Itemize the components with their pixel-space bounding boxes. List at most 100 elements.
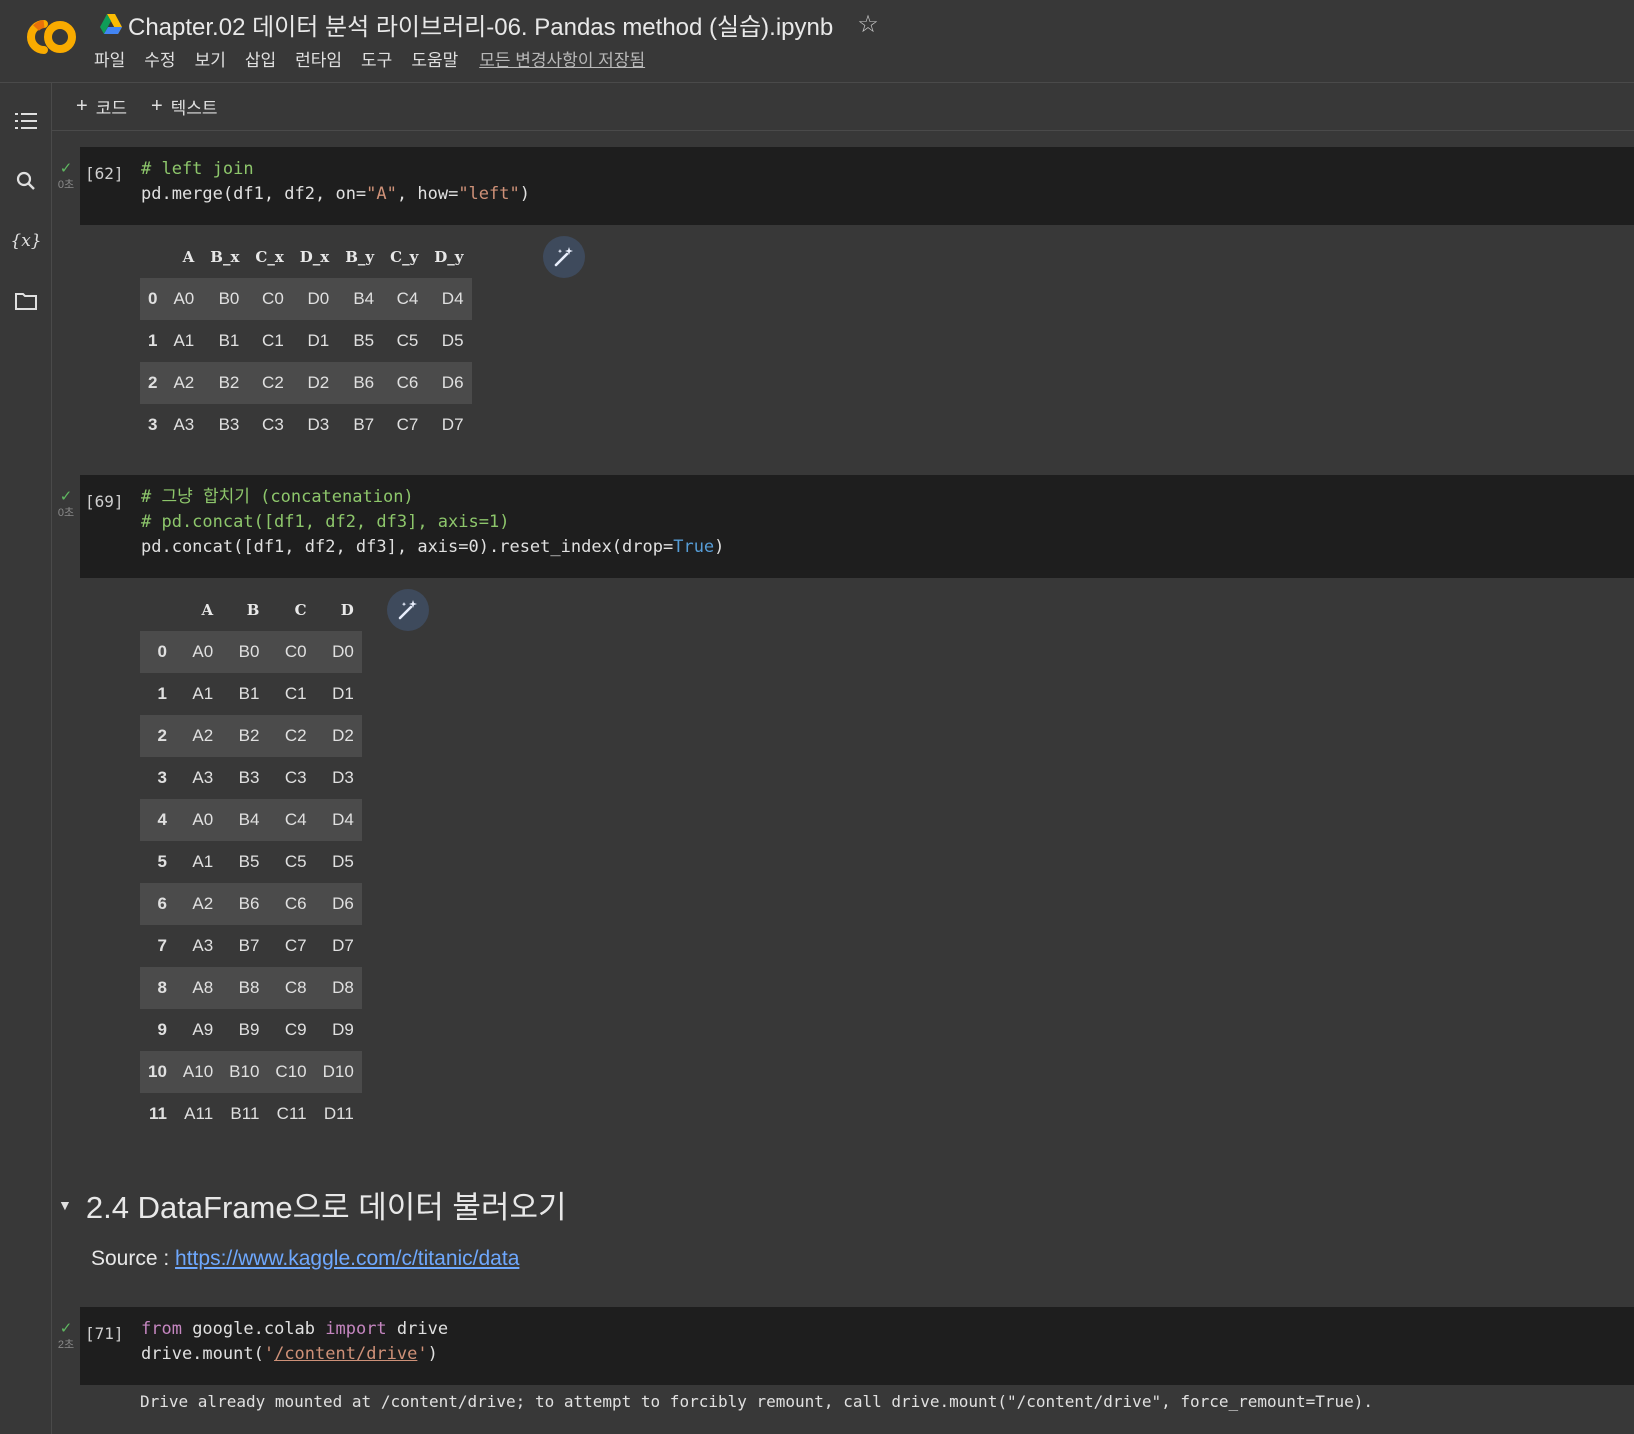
table-cell: A3 (192, 936, 214, 955)
row-index: 9 (157, 1020, 167, 1039)
code-line: from google.colab import drive (141, 1319, 449, 1339)
table-cell: B1 (218, 331, 240, 350)
execution-count[interactable]: [71] (85, 1321, 124, 1346)
table-cell: D11 (323, 1104, 354, 1123)
saved-status[interactable]: 모든 변경사항이 저장됨 (479, 46, 645, 71)
section-header: ▼ 2.4 DataFrame으로 데이터 불러오기 (58, 1182, 567, 1227)
column-header: C_x (255, 248, 284, 266)
table-row: 0 A0 B0 C0 D0 (140, 631, 362, 673)
row-index: 2 (140, 715, 175, 757)
table-cell: D9 (332, 1020, 354, 1039)
table-cell: A1 (192, 852, 214, 871)
magic-wand-icon[interactable] (543, 236, 585, 278)
table-cell: D0 (314, 631, 362, 673)
table-cell: D1 (307, 331, 330, 350)
table-row: 10 A10 B10 C10 D10 (140, 1051, 362, 1093)
table-cell: C5 (284, 852, 307, 871)
add-text-button[interactable]: + 텍스트 (151, 94, 218, 119)
column-header: B (246, 601, 260, 619)
table-cell: C0 (267, 631, 315, 673)
table-cell: A9 (192, 1020, 214, 1039)
column-header: D (340, 601, 354, 619)
table-cell: B9 (238, 1020, 260, 1039)
table-cell: A0 (165, 278, 203, 320)
collapse-caret-icon[interactable]: ▼ (58, 1197, 72, 1213)
code-cell-69[interactable]: [69] # 그냥 합치기 (concatenation) # pd.conca… (80, 475, 1634, 578)
column-header: B_y (345, 248, 375, 266)
cell-status-69: ✓ 0초 (56, 489, 76, 520)
table-cell: C11 (276, 1104, 307, 1123)
table-cell: C5 (396, 331, 419, 350)
colab-logo[interactable] (16, 14, 78, 60)
table-cell: D4 (314, 799, 362, 841)
table-cell: C2 (267, 715, 315, 757)
table-cell: B0 (221, 631, 268, 673)
code-line: # pd.concat([df1, df2, df3], axis=1) (141, 512, 510, 532)
notebook-title[interactable]: Chapter.02 데이터 분석 라이브러리-06. Pandas metho… (128, 7, 833, 42)
row-index: 10 (140, 1051, 175, 1093)
table-row: 4 A0 B4 C4 D4 (140, 799, 362, 841)
menu-edit[interactable]: 수정 (144, 46, 175, 71)
table-cell: C7 (284, 936, 307, 955)
column-header: B_x (210, 248, 240, 266)
column-header: D_x (299, 248, 330, 266)
table-header-row: A B C D (140, 589, 362, 631)
table-cell: B8 (221, 967, 268, 1009)
execution-count[interactable]: [62] (85, 161, 124, 186)
menu-view[interactable]: 보기 (195, 46, 226, 71)
table-cell: C9 (284, 1020, 307, 1039)
table-cell: D3 (307, 415, 330, 434)
menu-help[interactable]: 도움말 (411, 46, 458, 71)
table-cell: B6 (337, 362, 383, 404)
table-cell: B3 (238, 768, 260, 787)
source-link[interactable]: https://www.kaggle.com/c/titanic/data (175, 1247, 519, 1270)
exec-time: 2초 (57, 1339, 75, 1351)
table-cell: B5 (238, 852, 260, 871)
menu-tools[interactable]: 도구 (361, 46, 392, 71)
table-row: 3 A3 B3 C3 D3 B7 C7 D7 (140, 404, 472, 446)
table-cell: B7 (238, 936, 260, 955)
menu-file[interactable]: 파일 (94, 46, 125, 71)
table-cell: C4 (267, 799, 315, 841)
row-index: 11 (148, 1104, 167, 1123)
code-cell-62[interactable]: [62] # left join pd.merge(df1, df2, on="… (80, 147, 1634, 225)
table-row: 9 A9 B9 C9 D9 (140, 1009, 362, 1051)
code-line: # 그냥 합치기 (concatenation) (141, 487, 414, 507)
variables-icon[interactable]: {x} (10, 227, 41, 255)
table-cell: D4 (426, 278, 472, 320)
table-cell: D0 (291, 278, 338, 320)
left-sidebar: {x} (0, 83, 52, 1434)
table-row: 0 A0 B0 C0 D0 B4 C4 D4 (140, 278, 472, 320)
table-cell: A8 (174, 967, 222, 1009)
dataframe-output-table: A B_x C_x D_x B_y C_y D_y 0 A0 B0 C0 D0 B4 C4 D4 1 A1 B1 C… (140, 236, 472, 446)
table-of-contents-icon[interactable] (12, 107, 40, 135)
row-index: 2 (140, 362, 166, 404)
table-cell: C6 (267, 883, 315, 925)
column-header (140, 236, 165, 278)
add-code-button[interactable]: + 코드 (76, 94, 127, 119)
folder-icon[interactable] (12, 287, 40, 315)
table-cell: A1 (192, 684, 214, 703)
table-cell: D2 (314, 715, 362, 757)
menu-runtime[interactable]: 런타임 (295, 46, 342, 71)
table-cell: B5 (353, 331, 375, 350)
magic-wand-icon[interactable] (387, 589, 429, 631)
cell-status-62: ✓ 0초 (56, 161, 76, 192)
source-line: Source : https://www.kaggle.com/c/titani… (91, 1247, 519, 1271)
column-header: C_y (390, 248, 419, 266)
table-cell: C6 (382, 362, 427, 404)
menu-bar: 파일 수정 보기 삽입 런타임 도구 도움말 모든 변경사항이 저장됨 (94, 46, 645, 71)
table-cell: A2 (165, 362, 203, 404)
exec-time: 0초 (57, 507, 75, 519)
execution-count[interactable]: [69] (85, 489, 124, 514)
star-icon[interactable]: ☆ (857, 10, 879, 39)
search-icon[interactable] (12, 167, 40, 195)
table-row: 7 A3 B7 C7 D7 (140, 925, 362, 967)
table-cell: C1 (284, 684, 307, 703)
code-cell-71[interactable]: [71] from google.colab import drive driv… (80, 1307, 1634, 1385)
menu-insert[interactable]: 삽입 (245, 46, 276, 71)
table-cell: A2 (174, 883, 222, 925)
table-row: 2 A2 B2 C2 D2 B6 C6 D6 (140, 362, 472, 404)
table-cell: D2 (291, 362, 338, 404)
cell-output-text: Drive already mounted at /content/drive;… (140, 1392, 1373, 1411)
